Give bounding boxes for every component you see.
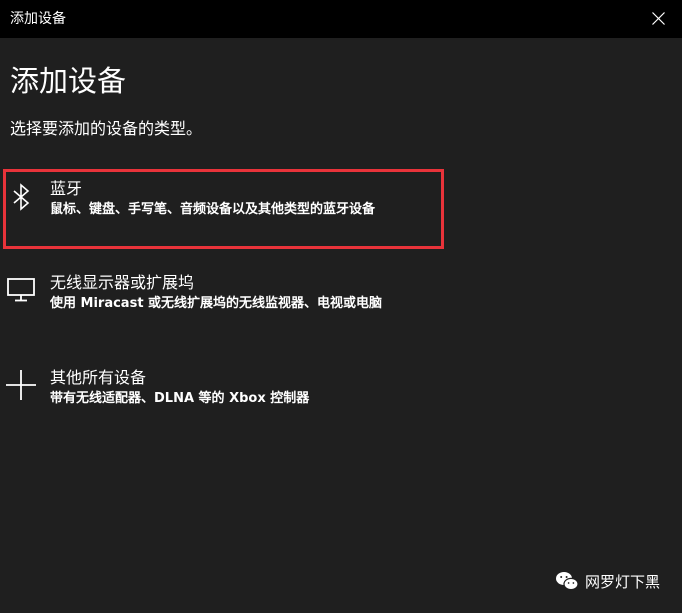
watermark-text: 网罗灯下黑 xyxy=(584,572,660,591)
bluetooth-option-title: 蓝牙 xyxy=(50,179,83,198)
bluetooth-option[interactable]: 蓝牙 鼠标、键盘、手写笔、音频设备以及其他类型的蓝牙设备 xyxy=(0,172,682,250)
plus-icon xyxy=(6,370,36,400)
other-devices-option[interactable]: 其他所有设备 带有无线适配器、DLNA 等的 Xbox 控制器 xyxy=(0,359,682,437)
wireless-display-option[interactable]: 无线显示器或扩展坞 使用 Miracast 或无线扩展坞的无线监视器、电视或电脑 xyxy=(0,265,682,343)
window-title: 添加设备 xyxy=(10,11,66,27)
watermark: 网罗灯下黑 xyxy=(555,569,660,593)
monitor-icon xyxy=(7,278,35,302)
bluetooth-option-description: 鼠标、键盘、手写笔、音频设备以及其他类型的蓝牙设备 xyxy=(50,202,376,217)
add-device-window: 添加设备 添加设备 选择要添加的设备的类型。 蓝牙 鼠标、键盘、手写笔、音频设备… xyxy=(0,0,682,613)
page-title: 添加设备 xyxy=(10,64,127,98)
close-icon xyxy=(652,12,665,25)
wechat-icon xyxy=(555,572,579,591)
other-devices-option-description: 带有无线适配器、DLNA 等的 Xbox 控制器 xyxy=(50,391,310,406)
title-bar: 添加设备 xyxy=(0,0,682,38)
wireless-display-option-description: 使用 Miracast 或无线扩展坞的无线监视器、电视或电脑 xyxy=(50,296,383,311)
page-subtitle: 选择要添加的设备的类型。 xyxy=(10,119,203,138)
close-button[interactable] xyxy=(636,0,682,38)
wireless-display-option-title: 无线显示器或扩展坞 xyxy=(50,273,195,292)
bluetooth-icon xyxy=(13,183,30,211)
other-devices-option-title: 其他所有设备 xyxy=(50,368,147,387)
